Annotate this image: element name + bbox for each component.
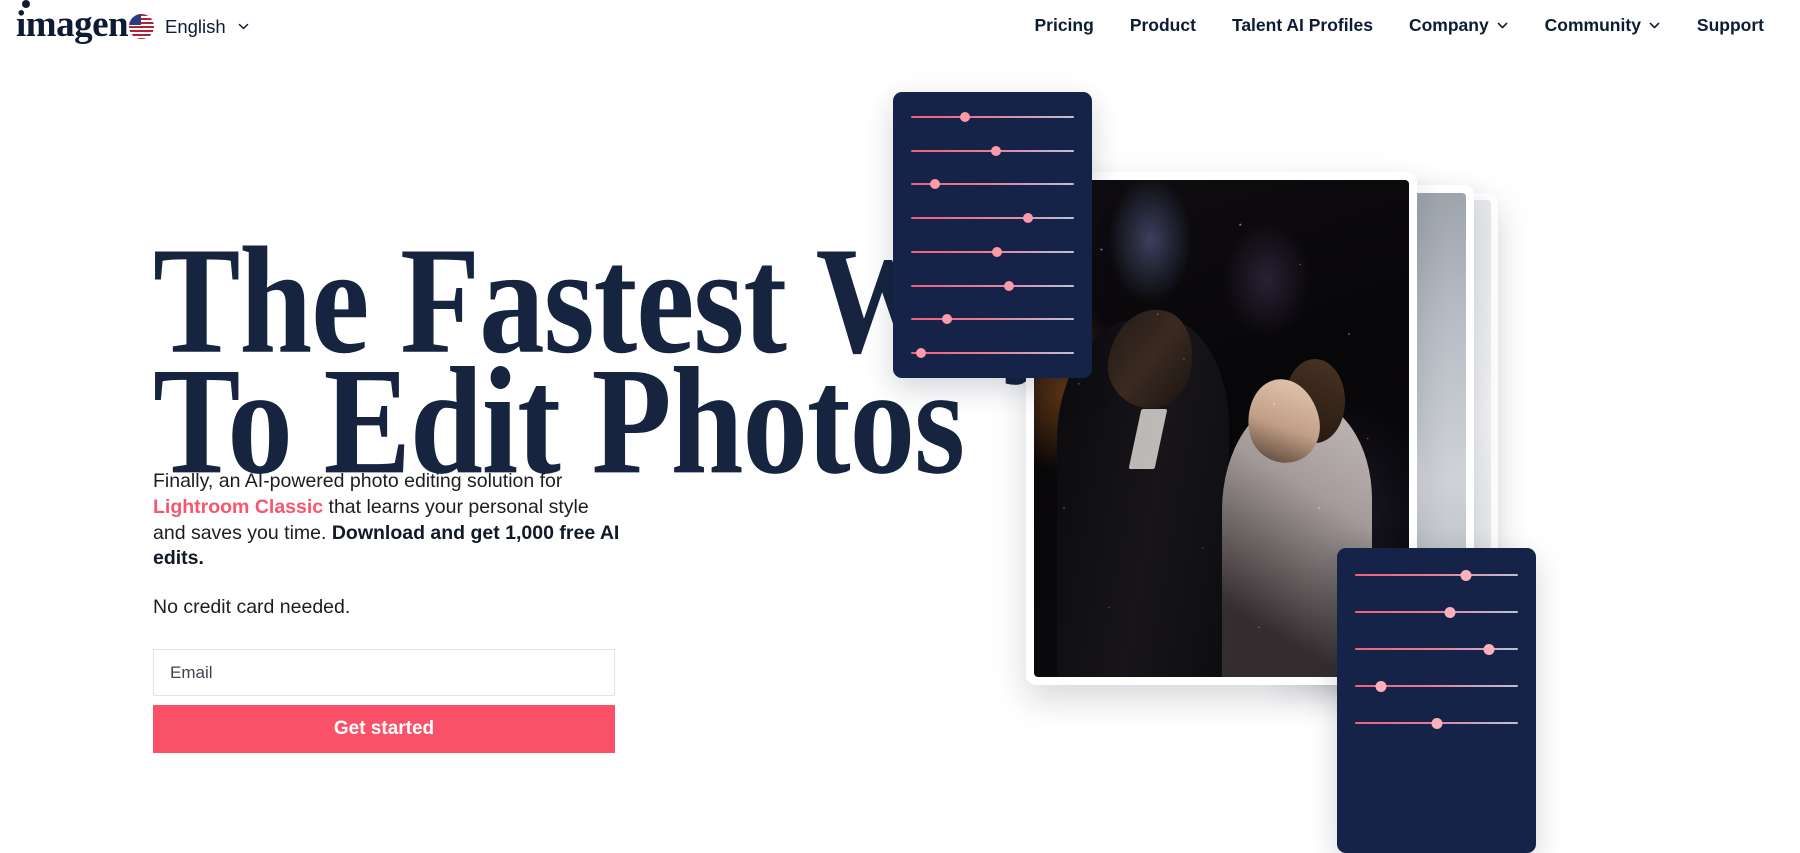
slider-thumb[interactable] (941, 314, 952, 325)
site-header: imagen English Pricing Product Talent AI… (0, 0, 1800, 52)
slider-track (911, 217, 1074, 220)
logo-wordmark: imagen (16, 0, 129, 45)
nav-label: Pricing (1034, 15, 1094, 35)
slider-thumb[interactable] (930, 179, 941, 190)
slider-row[interactable] (1355, 606, 1518, 618)
slider-row[interactable] (911, 213, 1074, 224)
slider-row[interactable] (911, 179, 1074, 190)
nav-label: Community (1544, 15, 1641, 35)
slider-track (1355, 574, 1518, 576)
chevron-down-icon (237, 20, 250, 33)
slider-row[interactable] (1355, 717, 1518, 729)
slider-row[interactable] (911, 280, 1074, 291)
nav-item-community[interactable]: Community (1527, 15, 1679, 36)
landing-page: imagen English Pricing Product Talent AI… (0, 0, 1800, 853)
nav-label: Product (1129, 15, 1196, 35)
get-started-button[interactable]: Get started (153, 705, 615, 754)
slider-track (911, 116, 1074, 118)
language-label: English (165, 15, 226, 37)
slider-thumb[interactable] (990, 145, 1001, 156)
slider-thumb[interactable] (1444, 606, 1456, 618)
nav-label: Talent AI Profiles (1231, 15, 1373, 35)
email-input[interactable] (153, 649, 615, 697)
get-started-label: Get started (333, 718, 435, 740)
logo-text: imagen (16, 4, 129, 45)
nav-label: Company (1408, 15, 1489, 35)
no-credit-card-note: No credit card needed. (153, 596, 351, 619)
slider-row[interactable] (1355, 680, 1518, 692)
nav-item-company[interactable]: Company (1391, 15, 1527, 36)
slider-panel-bottom (1337, 548, 1536, 853)
language-selector[interactable]: English (129, 14, 250, 39)
slider-thumb[interactable] (1460, 569, 1472, 581)
slider-row[interactable] (911, 246, 1074, 257)
slider-row[interactable] (911, 314, 1074, 325)
slider-thumb[interactable] (992, 246, 1003, 257)
headline-line-2: To Edit Photos (153, 336, 965, 506)
nav-label: Support (1696, 15, 1764, 35)
slider-track (911, 284, 1074, 287)
slider-thumb[interactable] (1003, 280, 1014, 291)
slider-thumb[interactable] (1023, 213, 1034, 224)
us-flag-icon (129, 14, 154, 39)
nav-item-product[interactable]: Product (1112, 15, 1214, 36)
slider-thumb[interactable] (915, 347, 926, 358)
chevron-down-icon (1648, 19, 1661, 32)
slider-thumb[interactable] (1431, 717, 1442, 729)
imagen-logo[interactable]: imagen (16, 0, 129, 45)
slider-track (1355, 611, 1518, 613)
nav-item-support[interactable]: Support (1679, 15, 1782, 36)
logo-dot-icon (22, 0, 30, 8)
slider-row[interactable] (1355, 569, 1518, 581)
hero-content: The Fastest Way To Edit Photos Finally, … (153, 224, 1068, 754)
slider-thumb[interactable] (959, 112, 970, 122)
page-title: The Fastest Way To Edit Photos (153, 224, 1068, 506)
main-navigation: Pricing Product Talent AI Profiles Compa… (1016, 15, 1782, 36)
nav-item-talent-ai-profiles[interactable]: Talent AI Profiles (1214, 15, 1391, 36)
nav-item-pricing[interactable]: Pricing (1016, 15, 1111, 36)
slider-track (911, 318, 1074, 321)
slider-row[interactable] (911, 347, 1074, 358)
hero-visual (860, 0, 1800, 853)
slider-thumb[interactable] (1375, 680, 1387, 692)
slider-row[interactable] (1355, 643, 1518, 655)
signup-form: Get started (153, 649, 615, 754)
slider-thumb[interactable] (1483, 643, 1495, 655)
chevron-down-icon (1496, 19, 1509, 32)
slider-panel-top (893, 92, 1092, 378)
slider-track (911, 351, 1074, 354)
slider-row[interactable] (911, 112, 1074, 122)
slider-row[interactable] (911, 145, 1074, 156)
